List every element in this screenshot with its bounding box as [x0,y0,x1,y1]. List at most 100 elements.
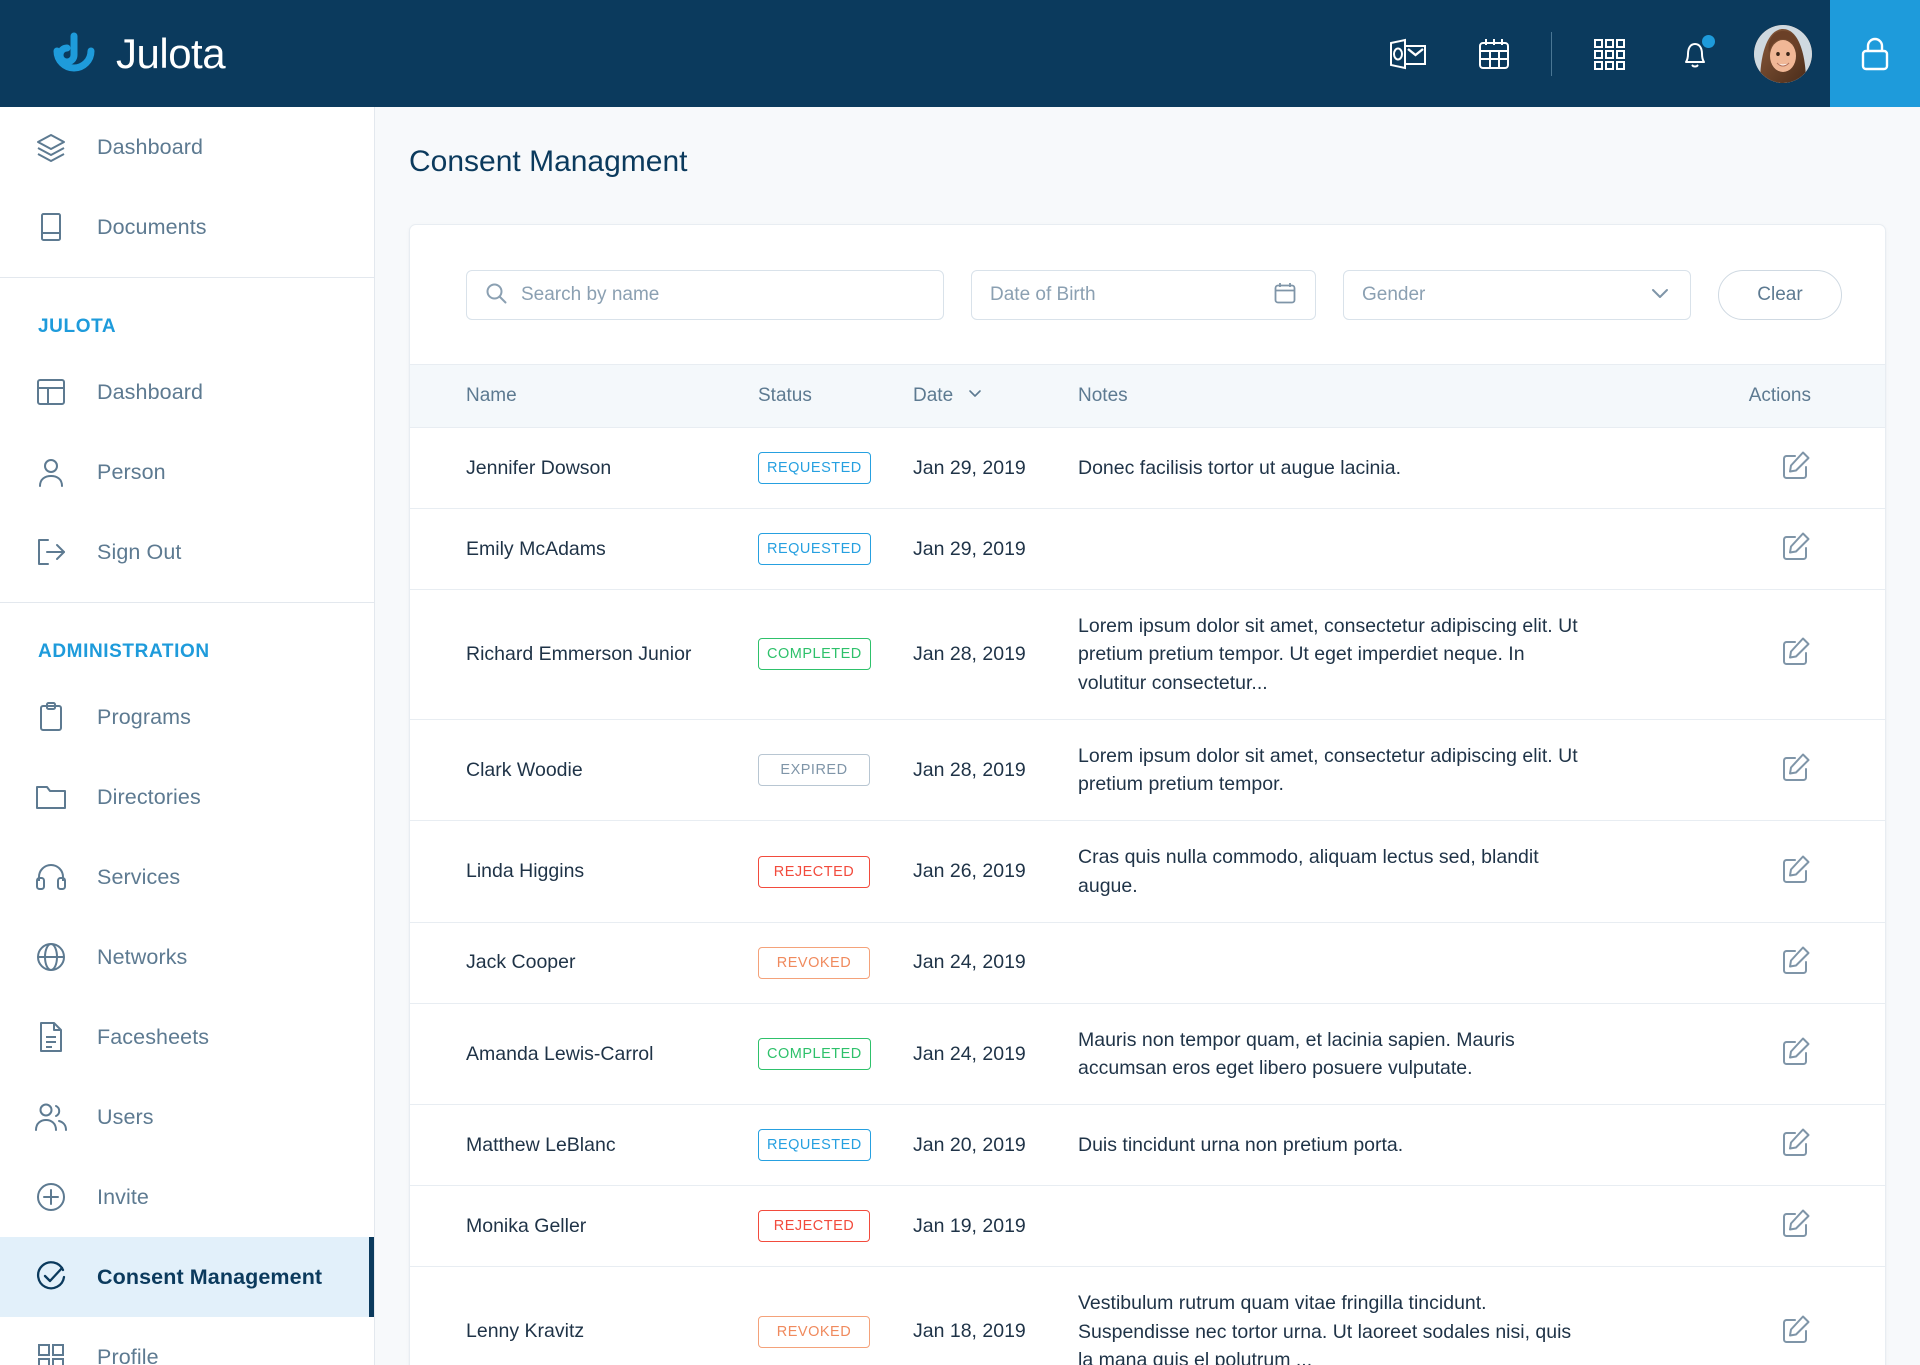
sidebar-item-label: Person [97,459,166,484]
table-row[interactable]: Jennifer Dowson REQUESTED Jan 29, 2019 Done… [410,427,1885,509]
column-header-name[interactable]: Name [410,364,758,428]
column-header-date[interactable]: Date [913,364,1078,428]
sidebar-item-label: Facesheets [97,1024,210,1049]
sidebar-item-consent-management[interactable]: Consent Management [0,1237,374,1317]
sidebar-item-invite[interactable]: Invite [0,1157,374,1237]
cell-actions [1745,1266,1885,1365]
sidebar-item-programs[interactable]: Programs [0,677,374,757]
header-divider [1551,31,1552,76]
layout-dashboard-icon [34,375,68,409]
sort-chevron-down-icon [967,385,983,407]
cell-notes: Cras quis nulla commodo, aliquam lectus … [1078,820,1745,923]
cell-actions [1745,589,1885,720]
edit-icon[interactable] [1781,1036,1811,1066]
apps-grid-icon[interactable] [1578,23,1640,85]
sidebar-item-users[interactable]: Users [0,1077,374,1157]
sidebar-item-profile[interactable]: Profile [0,1317,374,1365]
sidebar-item-label: Networks [97,944,188,969]
sidebar-item-dashboard-julota[interactable]: Dashboard [0,352,374,432]
edit-icon[interactable] [1781,854,1811,884]
sidebar-item-dashboard-top[interactable]: Dashboard [0,107,374,187]
cell-notes [1078,1185,1745,1268]
cell-actions [1745,1104,1885,1187]
cell-date: Jan 28, 2019 [913,719,1078,822]
table-row[interactable]: Jack Cooper REVOKED Jan 24, 2019 [410,922,1885,1004]
plus-circle-icon [34,1180,68,1214]
folder-icon [34,780,68,814]
sidebar-item-label: Directories [97,784,201,809]
status-badge: COMPLETED [758,1038,871,1071]
consent-table: Name Status Date Notes Actions Jennifer … [410,364,1885,1365]
clear-filters-button[interactable]: Clear [1718,270,1842,320]
layers-icon [34,130,68,164]
gender-select[interactable]: Gender [1343,270,1691,320]
sidebar-item-label: Sign Out [97,539,182,564]
avatar[interactable] [1754,24,1812,83]
globe-icon [34,940,68,974]
cell-status: COMPLETED [758,589,913,720]
edit-icon[interactable] [1781,945,1811,975]
edit-icon[interactable] [1781,1314,1811,1344]
cell-name: Amanda Lewis-Carrol [410,1003,758,1106]
cell-status: REJECTED [758,1185,913,1268]
edit-icon[interactable] [1781,1208,1811,1238]
edit-icon[interactable] [1781,636,1811,666]
sidebar-item-networks[interactable]: Networks [0,917,374,997]
user-icon [34,455,68,489]
document-lines-icon [34,1020,68,1054]
sidebar-item-services[interactable]: Services [0,837,374,917]
header-actions [1365,0,1830,107]
sidebar-item-documents[interactable]: Documents [0,187,374,267]
cell-status: REQUESTED [758,1104,913,1187]
calendar-icon[interactable] [1273,281,1297,310]
date-of-birth-input[interactable]: Date of Birth [971,270,1316,320]
table-row[interactable]: Amanda Lewis-Carrol COMPLETED Jan 24, 2019… [410,1003,1885,1106]
status-badge: REQUESTED [758,452,871,484]
sidebar-item-label: Consent Management [97,1264,323,1289]
table-row[interactable]: Linda Higgins REJECTED Jan 26, 2019 Cras qu… [410,820,1885,923]
cell-actions [1745,820,1885,923]
edit-icon[interactable] [1781,752,1811,782]
column-header-notes[interactable]: Notes [1078,364,1745,428]
cell-actions [1745,1185,1885,1268]
edit-icon[interactable] [1781,531,1811,561]
grid-squares-icon [34,1340,68,1365]
cell-status: REQUESTED [758,508,913,590]
sidebar-item-directories[interactable]: Directories [0,757,374,837]
cell-date: Jan 29, 2019 [913,508,1078,590]
cell-status: EXPIRED [758,719,913,822]
notifications-bell-icon[interactable] [1664,23,1726,85]
table-row[interactable]: Richard Emmerson Junior COMPLETED Jan 28, … [410,589,1885,720]
notification-badge-dot [1702,34,1715,48]
sidebar-item-label: Documents [97,214,207,239]
lock-button[interactable] [1830,0,1920,107]
status-badge: REQUESTED [758,1129,871,1162]
cell-date: Jan 18, 2019 [913,1266,1078,1365]
cell-name: Jennifer Dowson [410,427,758,509]
table-row[interactable]: Emily McAdams REQUESTED Jan 29, 2019 [410,508,1885,590]
sidebar-item-sign-out[interactable]: Sign Out [0,512,374,592]
cell-actions [1745,1003,1885,1106]
column-header-date-label: Date [913,385,954,406]
edit-icon[interactable] [1781,450,1811,480]
sidebar-group-heading-julota: JULOTA [38,316,117,337]
status-badge: REVOKED [758,946,870,979]
table-row[interactable]: Lenny Kravitz REVOKED Jan 18, 2019 Vestibul… [410,1266,1885,1365]
cell-notes: Lorem ipsum dolor sit amet, consectetur … [1078,589,1745,720]
table-row[interactable]: Monika Geller REJECTED Jan 19, 2019 [410,1185,1885,1268]
table-row[interactable]: Matthew LeBlanc REQUESTED Jan 20, 2019 Duis… [410,1104,1885,1187]
cell-date: Jan 29, 2019 [913,427,1078,509]
sidebar-item-facesheets[interactable]: Facesheets [0,997,374,1077]
status-badge: REVOKED [758,1315,870,1348]
edit-icon[interactable] [1781,1127,1811,1157]
column-header-status[interactable]: Status [758,364,913,428]
outlook-mail-icon[interactable] [1377,23,1439,85]
table-row[interactable]: Clark Woodie EXPIRED Jan 28, 2019 Lorem ips… [410,719,1885,822]
sidebar-item-person[interactable]: Person [0,432,374,512]
cell-date: Jan 20, 2019 [913,1104,1078,1187]
search-input[interactable]: Search by name [466,270,944,320]
cell-name: Monika Geller [410,1185,758,1268]
brand-logo-area[interactable]: Julota [48,28,226,80]
check-circle-icon [34,1260,68,1294]
calendar-icon[interactable] [1463,23,1525,85]
